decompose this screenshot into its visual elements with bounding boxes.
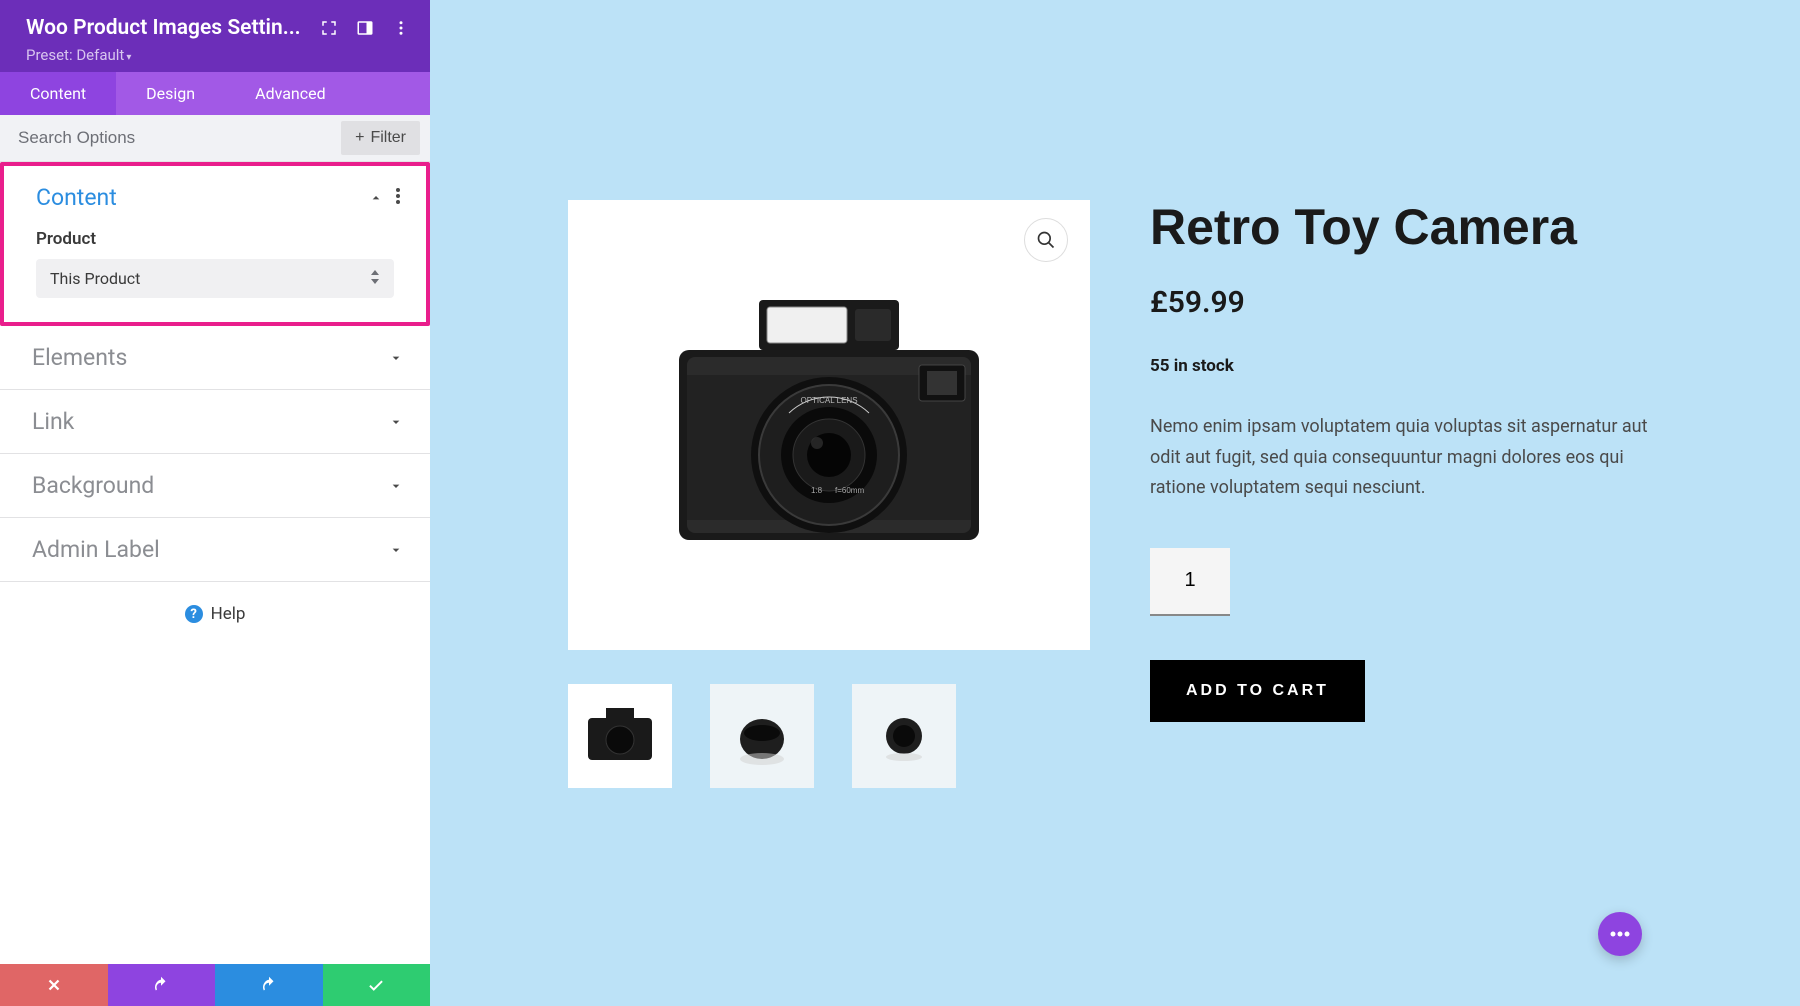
chevron-down-icon [388, 478, 404, 494]
product-description: Nemo enim ipsam voluptatem quia voluptas… [1150, 412, 1680, 504]
sidebar-header: Woo Product Images Settin... Preset: Def… [0, 0, 430, 72]
cancel-button[interactable] [0, 964, 108, 1006]
section-elements-title: Elements [32, 344, 127, 371]
chevron-down-icon [388, 414, 404, 430]
tab-content[interactable]: Content [0, 72, 116, 115]
help-icon: ? [185, 605, 203, 623]
section-admin-label-header[interactable]: Admin Label [0, 518, 430, 581]
builder-fab[interactable] [1598, 912, 1642, 956]
product-field-label: Product [36, 229, 394, 249]
filter-label: Filter [370, 129, 406, 147]
thumbnail-3[interactable] [852, 684, 956, 788]
redo-button[interactable] [215, 964, 323, 1006]
section-admin-label: Admin Label [0, 518, 430, 582]
thumbnail-1[interactable] [568, 684, 672, 788]
product-info: Retro Toy Camera £59.99 55 in stock Nemo… [1150, 200, 1680, 788]
settings-tabs: Content Design Advanced [0, 72, 430, 115]
product-title: Retro Toy Camera [1150, 200, 1680, 255]
section-elements: Elements [0, 326, 430, 390]
zoom-button[interactable] [1024, 218, 1068, 262]
section-content: Content Product This Product [0, 162, 430, 326]
section-content-title: Content [36, 184, 117, 211]
preset-label: Preset: Default [26, 46, 124, 64]
section-kebab-icon[interactable] [396, 188, 400, 208]
product-gallery: OPTICAL LENS 1:8 f=60mm [568, 200, 1090, 788]
undo-button[interactable] [108, 964, 216, 1006]
section-admin-label-title: Admin Label [32, 536, 160, 563]
help-text: Help [211, 604, 246, 624]
help-link[interactable]: ? Help [0, 582, 430, 646]
product-price: £59.99 [1150, 285, 1680, 320]
product-select-value: This Product [50, 269, 140, 288]
camera-illustration: OPTICAL LENS 1:8 f=60mm [639, 275, 1019, 575]
filter-button[interactable]: + Filter [341, 121, 420, 155]
settings-sidebar: Woo Product Images Settin... Preset: Def… [0, 0, 430, 1006]
tab-design[interactable]: Design [116, 72, 225, 115]
expand-icon[interactable] [320, 19, 338, 37]
chevron-down-icon [388, 542, 404, 558]
product-thumbnails [568, 684, 1090, 788]
select-arrows-icon [370, 269, 380, 288]
search-input[interactable] [0, 116, 341, 160]
product-main-image[interactable]: OPTICAL LENS 1:8 f=60mm [568, 200, 1090, 650]
svg-text:f=60mm: f=60mm [835, 486, 864, 495]
thumbnail-2[interactable] [710, 684, 814, 788]
chevron-up-icon [368, 190, 384, 206]
save-button[interactable] [323, 964, 431, 1006]
quantity-input[interactable] [1150, 548, 1230, 616]
section-content-header[interactable]: Content [4, 166, 426, 229]
section-background-header[interactable]: Background [0, 454, 430, 517]
panel-icon[interactable] [356, 19, 374, 37]
bottom-actions [0, 964, 430, 1006]
section-link-header[interactable]: Link [0, 390, 430, 453]
product-select[interactable]: This Product [36, 259, 394, 298]
section-background: Background [0, 454, 430, 518]
product-stock: 55 in stock [1150, 356, 1680, 376]
svg-text:OPTICAL LENS: OPTICAL LENS [800, 396, 857, 405]
section-link: Link [0, 390, 430, 454]
section-elements-header[interactable]: Elements [0, 326, 430, 389]
section-link-title: Link [32, 408, 74, 435]
preset-selector[interactable]: Preset: Default▾ [26, 46, 410, 64]
plus-icon: + [355, 129, 364, 147]
kebab-menu-icon[interactable] [392, 19, 410, 37]
svg-text:1:8: 1:8 [811, 486, 823, 495]
add-to-cart-button[interactable]: ADD TO CART [1150, 660, 1365, 722]
tab-advanced[interactable]: Advanced [225, 72, 356, 115]
search-row: + Filter [0, 115, 430, 162]
module-title: Woo Product Images Settin... [26, 16, 308, 40]
section-background-title: Background [32, 472, 154, 499]
chevron-down-icon [388, 350, 404, 366]
preview-canvas: OPTICAL LENS 1:8 f=60mm Retro Toy Camera [430, 0, 1800, 1006]
